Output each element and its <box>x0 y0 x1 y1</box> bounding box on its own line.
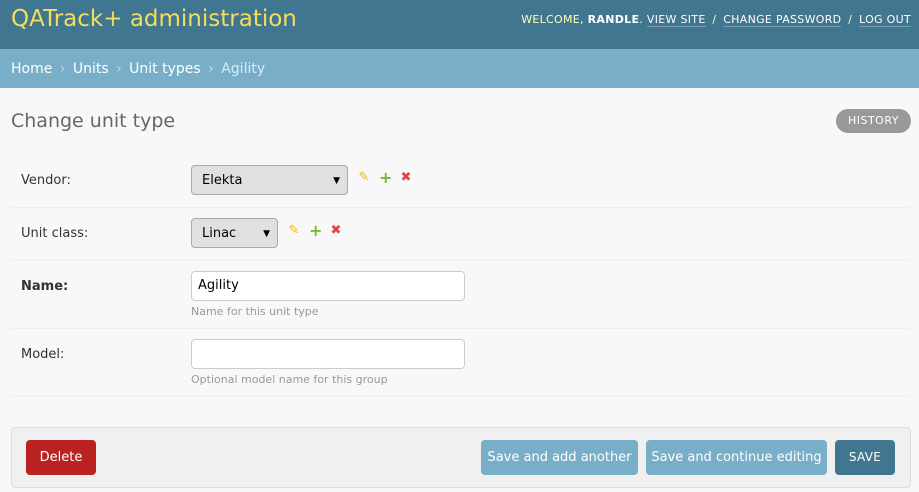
unit-class-label: Unit class: <box>21 226 89 241</box>
save-button[interactable]: SAVE <box>835 440 895 475</box>
breadcrumb-separator: › <box>208 61 214 77</box>
name-label: Name: <box>21 279 69 294</box>
breadcrumb-separator: › <box>116 61 122 77</box>
name-help-text: Name for this unit type <box>191 305 319 318</box>
add-icon[interactable]: + <box>379 170 392 186</box>
model-field[interactable] <box>191 339 465 369</box>
unit-class-selected-value: Linac <box>202 226 237 241</box>
separator: / <box>712 13 717 26</box>
save-and-add-another-button[interactable]: Save and add another <box>481 440 638 475</box>
unit-class-select[interactable]: Linac ▼ <box>191 218 278 248</box>
user-tools: WELCOME, RANDLE. VIEW SITE / CHANGE PASS… <box>521 13 911 27</box>
edit-icon[interactable]: ✎ <box>358 171 370 184</box>
history-button[interactable]: HISTORY <box>835 109 911 133</box>
delete-icon[interactable]: ✖ <box>400 171 412 184</box>
form-row-name: Name: Agility Name for this unit type <box>11 261 909 329</box>
form-row-vendor: Vendor: Elekta ▼ ✎ + ✖ <box>11 155 909 208</box>
change-password-link[interactable]: CHANGE PASSWORD <box>723 13 842 27</box>
breadcrumb-unit-types[interactable]: Unit types <box>129 61 201 77</box>
vendor-label: Vendor: <box>21 173 71 188</box>
save-and-continue-button[interactable]: Save and continue editing <box>646 440 827 475</box>
submit-row: Delete Save and add another Save and con… <box>11 427 911 488</box>
breadcrumb-home[interactable]: Home <box>11 61 52 77</box>
delete-icon[interactable]: ✖ <box>330 224 342 237</box>
breadcrumb-units[interactable]: Units <box>73 61 109 77</box>
view-site-link[interactable]: VIEW SITE <box>646 13 706 27</box>
breadcrumb-separator: › <box>59 61 66 77</box>
page-title: Change unit type <box>11 110 176 132</box>
username: RANDLE <box>587 13 640 26</box>
edit-icon[interactable]: ✎ <box>288 224 300 237</box>
vendor-selected-value: Elekta <box>202 173 243 188</box>
chevron-down-icon: ▼ <box>333 176 340 186</box>
model-help-text: Optional model name for this group <box>191 373 388 386</box>
vendor-select[interactable]: Elekta ▼ <box>191 165 348 195</box>
unit-class-related-actions: ✎ + ✖ <box>288 223 342 239</box>
breadcrumb: Home › Units › Unit types › Agility <box>0 49 919 88</box>
model-label: Model: <box>21 347 65 362</box>
form-row-unit-class: Unit class: Linac ▼ ✎ + ✖ <box>11 208 909 261</box>
separator: / <box>848 13 853 26</box>
chevron-down-icon: ▼ <box>263 229 270 239</box>
name-field[interactable]: Agility <box>191 271 465 301</box>
site-brand[interactable]: QATrack+ administration <box>11 6 297 32</box>
delete-button[interactable]: Delete <box>26 440 96 475</box>
log-out-link[interactable]: LOG OUT <box>859 13 911 27</box>
header: QATrack+ administration WELCOME, RANDLE.… <box>0 0 919 49</box>
vendor-related-actions: ✎ + ✖ <box>358 170 412 186</box>
add-icon[interactable]: + <box>309 223 322 239</box>
breadcrumb-current: Agility <box>221 61 266 77</box>
form-row-model: Model: Optional model name for this grou… <box>11 329 909 397</box>
welcome-text: WELCOME, <box>521 13 584 26</box>
